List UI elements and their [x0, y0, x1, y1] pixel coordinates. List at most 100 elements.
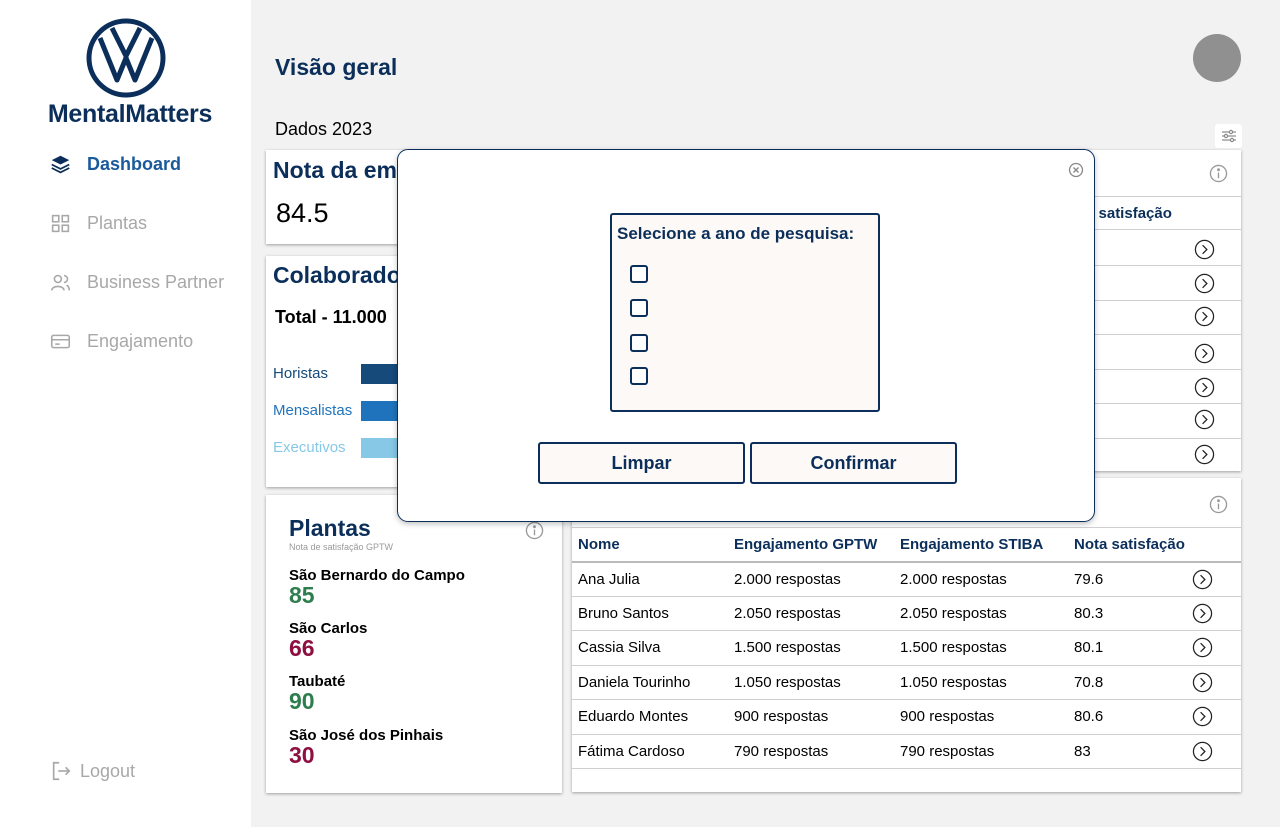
table-row[interactable]: Bruno Santos 2.050 respostas 2.050 respo… [572, 596, 1241, 631]
table-row[interactable]: Ana Julia 2.000 respostas 2.000 resposta… [572, 561, 1241, 597]
confirm-button[interactable]: Confirmar [750, 442, 957, 484]
plant-score: 85 [289, 582, 315, 608]
layers-icon [51, 155, 70, 174]
arrow-right-icon[interactable] [1192, 603, 1213, 624]
table-cell: 1.050 respostas [894, 665, 1068, 700]
info-icon[interactable] [525, 521, 544, 540]
arrow-right-icon[interactable] [1194, 273, 1215, 294]
table-cell: 2.000 respostas [894, 561, 1068, 597]
info-icon[interactable] [1209, 495, 1228, 514]
page-title: Visão geral [275, 54, 398, 80]
bar-mensalistas [361, 401, 401, 421]
table-cell: 1.500 respostas [728, 630, 894, 666]
partners-card: Nome Engajamento GPTW Engajamento STIBA … [572, 478, 1241, 792]
nota-value: 84.5 [276, 198, 329, 228]
table-cell: 80.3 [1068, 596, 1186, 631]
arrow-right-icon[interactable] [1194, 343, 1215, 364]
arrow-right-icon[interactable] [1192, 741, 1213, 762]
table-cell: Ana Julia [572, 561, 728, 597]
table-cell: 2.050 respostas [894, 596, 1068, 631]
plant-score: 90 [289, 688, 315, 714]
plant-score: 30 [289, 742, 315, 768]
column-header: Nota satisfação [1068, 527, 1186, 562]
table-cell: 790 respostas [728, 734, 894, 769]
table-cell: Bruno Santos [572, 596, 728, 631]
year-checkbox[interactable] [630, 334, 648, 352]
table-cell: 1.500 respostas [894, 630, 1068, 666]
table-row: 7 [1081, 439, 1241, 471]
year-checkbox[interactable] [630, 367, 648, 385]
plant-name: São Bernardo do Campo [289, 567, 465, 584]
table-cell: Cassia Silva [572, 630, 728, 666]
sidebar-item-label: Business Partner [87, 272, 225, 292]
colaboradores-total: Total - 11.000 [275, 307, 387, 327]
table-cell: 83 [1068, 734, 1186, 769]
table-cell: Fátima Cardoso [572, 734, 728, 769]
year-select-box: Selecione a ano de pesquisa: [610, 213, 880, 412]
table-row: 1 [1081, 301, 1241, 335]
nota-title: Nota da em [273, 157, 397, 183]
bar-label-mensalistas: Mensalistas [273, 402, 353, 419]
table-row[interactable]: Fátima Cardoso 790 respostas 790 respost… [572, 734, 1241, 769]
arrow-right-icon[interactable] [1192, 637, 1213, 658]
sidebar-item-label: Plantas [87, 213, 148, 233]
colaboradores-title: Colaborado [273, 262, 401, 288]
table-row: 8 [1081, 335, 1241, 370]
table-row: 6 [1081, 231, 1241, 266]
table-cell: Eduardo Montes [572, 699, 728, 735]
card-icon [50, 334, 71, 349]
plant-score: 66 [289, 635, 315, 661]
table-cell: 900 respostas [894, 699, 1068, 735]
arrow-right-icon[interactable] [1194, 239, 1215, 260]
table-cell: 900 respostas [728, 699, 894, 735]
filter-button[interactable] [1215, 124, 1242, 148]
sidebar-item-label: Engajamento [87, 331, 194, 351]
logout-icon [52, 761, 71, 781]
arrow-right-icon[interactable] [1192, 672, 1213, 693]
table-cell: 79.6 [1068, 561, 1186, 597]
table-cell: 1.050 respostas [728, 665, 894, 700]
info-icon[interactable] [1209, 164, 1228, 183]
arrow-right-icon[interactable] [1194, 306, 1215, 327]
column-header-empty [1186, 527, 1241, 562]
partners-table: Nome Engajamento GPTW Engajamento STIBA … [572, 527, 1241, 769]
column-header: Engajamento GPTW [728, 527, 894, 562]
bar-executivos [361, 438, 401, 458]
year-label: Dados 2023 [275, 119, 373, 139]
sidebar-item-dashboard[interactable]: Dashboard [50, 154, 181, 175]
table-row: 6 [1081, 370, 1241, 404]
table-row[interactable]: Eduardo Montes 900 respostas 900 respost… [572, 699, 1241, 735]
users-icon [50, 274, 71, 291]
column-header: Engajamento STIBA [894, 527, 1068, 562]
table-cell: Daniela Tourinho [572, 665, 728, 700]
column-header: Nome [572, 527, 728, 562]
avatar[interactable] [1193, 34, 1241, 82]
year-checkbox[interactable] [630, 265, 648, 283]
arrow-right-icon[interactable] [1192, 706, 1213, 727]
sidebar-item-label: Dashboard [87, 154, 182, 174]
year-checkbox[interactable] [630, 299, 648, 317]
grid-icon [51, 214, 70, 233]
table-cell: 80.6 [1068, 699, 1186, 735]
arrow-right-icon[interactable] [1192, 569, 1213, 590]
logout-button[interactable]: Logout [50, 760, 135, 782]
logout-label: Logout [80, 760, 136, 781]
arrow-right-icon[interactable] [1194, 444, 1215, 465]
table-cell: 70.8 [1068, 665, 1186, 700]
sidebar-item-plantas[interactable]: Plantas [50, 213, 147, 234]
clear-button[interactable]: Limpar [538, 442, 745, 484]
brand-name: MentalMatters [47, 100, 213, 128]
colaboradores-card: Colaborado Total - 11.000 Horistas Mensa… [266, 256, 406, 487]
sidebar-item-engajamento[interactable]: Engajamento [50, 331, 193, 352]
close-icon[interactable] [1068, 162, 1084, 178]
table-row[interactable]: Daniela Tourinho 1.050 respostas 1.050 r… [572, 665, 1241, 700]
year-select-modal: Selecione a ano de pesquisa: Limpar Conf… [397, 149, 1095, 522]
vw-logo-icon [86, 18, 166, 98]
table-row [1081, 404, 1241, 439]
arrow-right-icon[interactable] [1194, 409, 1215, 430]
sidebar-item-business-partner[interactable]: Business Partner [50, 272, 224, 293]
sliders-icon [1221, 129, 1236, 143]
plantas-subtitle: Nota de satisfação GPTW [289, 542, 394, 552]
table-row[interactable]: Cassia Silva 1.500 respostas 1.500 respo… [572, 630, 1241, 666]
arrow-right-icon[interactable] [1194, 377, 1215, 398]
